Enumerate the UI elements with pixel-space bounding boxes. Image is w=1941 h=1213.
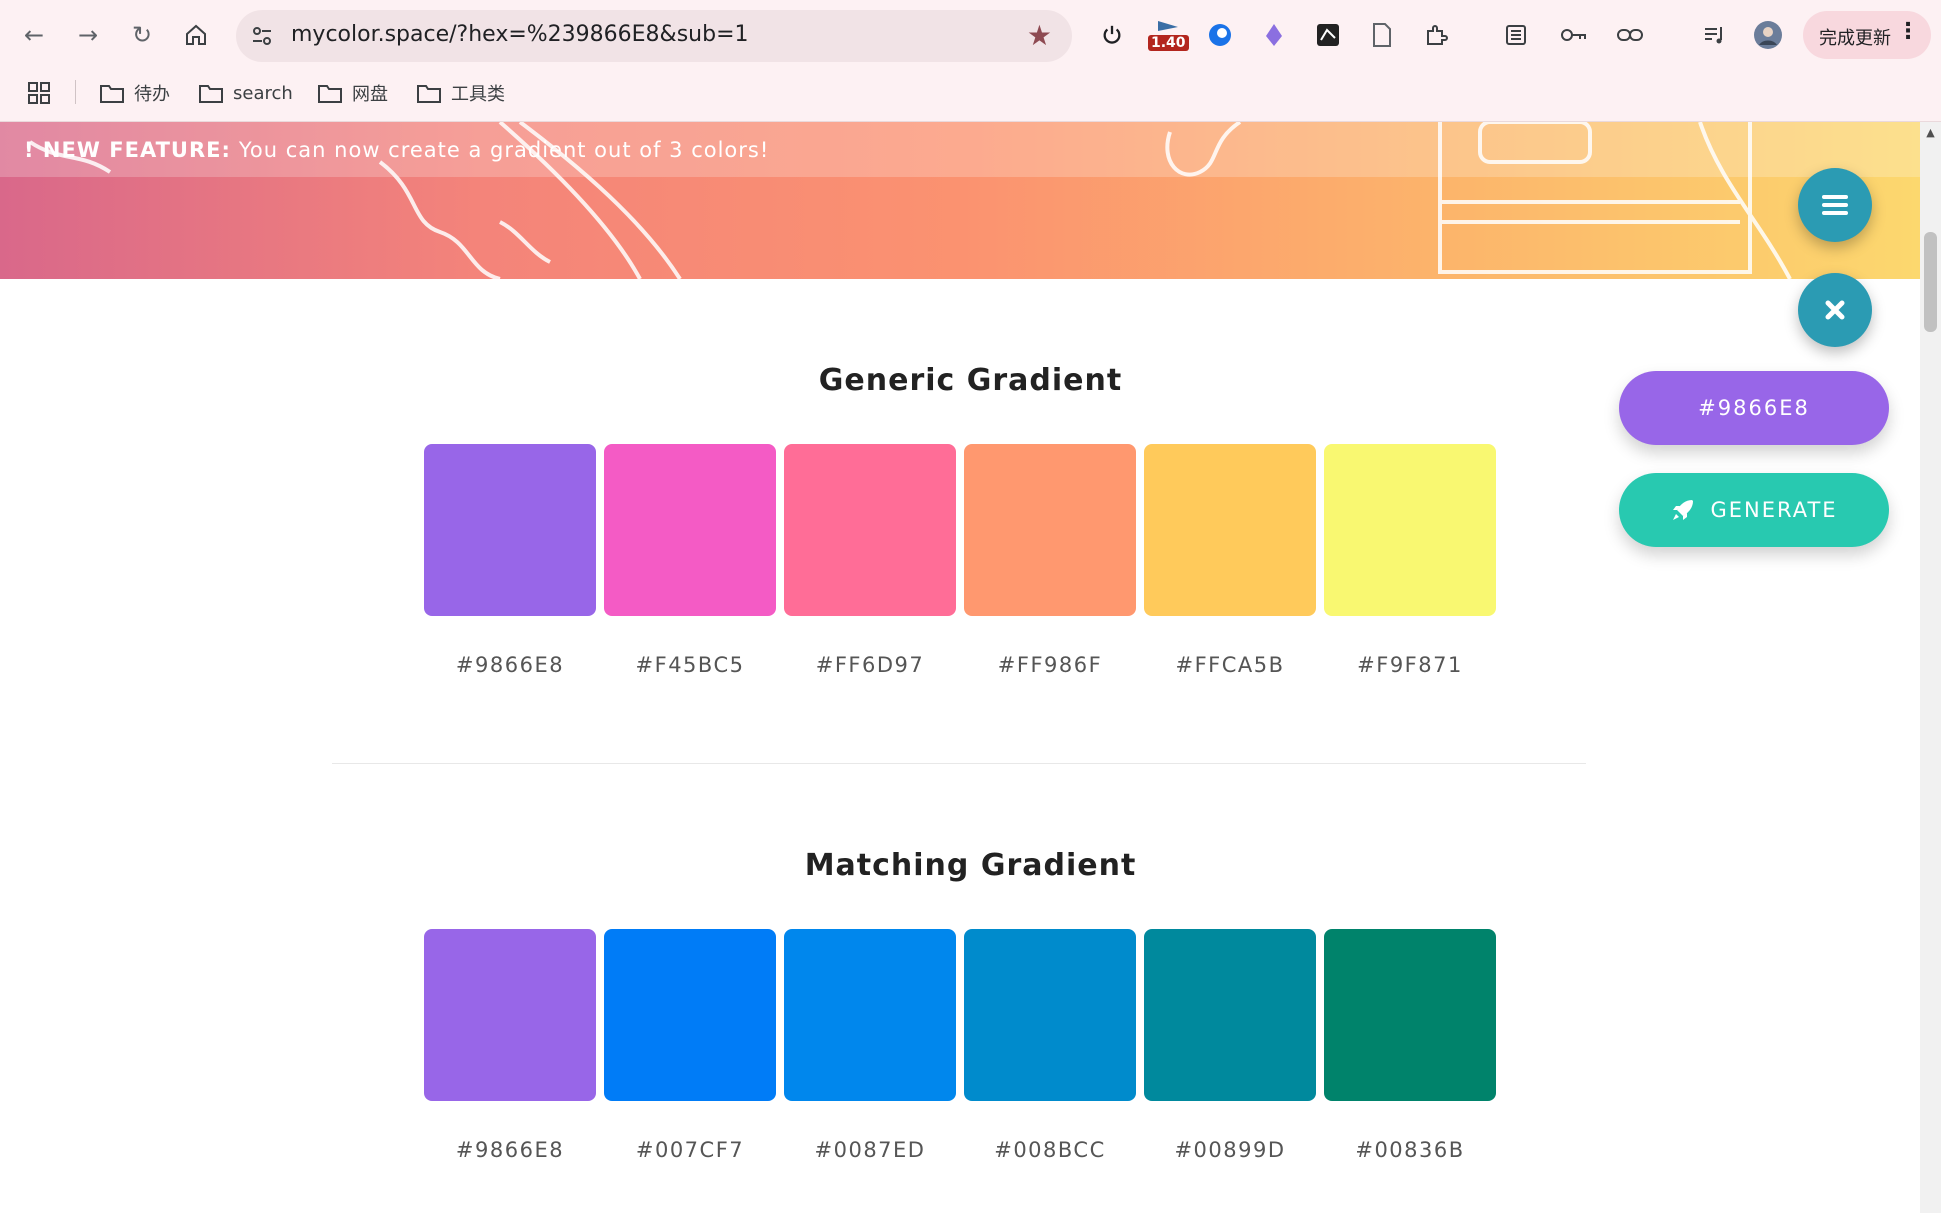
new-feature-label: ! NEW FEATURE: [24,138,231,162]
close-button[interactable] [1798,273,1872,347]
matching-hex-label-4[interactable]: #008BCC [964,1138,1136,1162]
generic-swatch-1[interactable] [424,444,596,616]
matching-hex-label-5[interactable]: #00899D [1144,1138,1316,1162]
scroll-up-arrow-icon[interactable]: ▲ [1920,126,1941,139]
generic-swatch-6[interactable] [1324,444,1496,616]
matching-swatch-5[interactable] [1144,929,1316,1101]
forward-icon[interactable]: → [70,17,106,53]
matching-swatch-2[interactable] [604,929,776,1101]
matching-hex-label-1[interactable]: #9866E8 [424,1138,596,1162]
generic-hex-label-1[interactable]: #9866E8 [424,653,596,677]
section-divider [332,763,1586,764]
hamburger-icon [1822,195,1848,215]
matching-swatch-1[interactable] [424,929,596,1101]
profile-avatar-icon[interactable] [1750,17,1786,53]
generic-swatch-4[interactable] [964,444,1136,616]
generate-button[interactable]: GENERATE [1619,473,1889,547]
scroll-thumb[interactable] [1924,232,1937,332]
globe-extension-icon[interactable] [1202,17,1238,53]
new-feature-notice[interactable]: ! NEW FEATURE: You can now create a gradi… [24,138,769,162]
bookmark-folder-3[interactable]: 工具类 [417,78,505,108]
generic-hex-label-4[interactable]: #FF986F [964,653,1136,677]
generic-hex-label-3[interactable]: #FF6D97 [784,653,956,677]
media-control-icon[interactable] [1696,17,1732,53]
menu-button[interactable] [1798,168,1872,242]
reload-icon[interactable]: ↻ [124,17,160,53]
browser-toolbar: ← → ↻ mycolor.space/?hex=%239866E8&sub=1… [0,0,1941,122]
password-key-icon[interactable] [1555,17,1591,53]
bookmark-star-icon[interactable]: ★ [1027,20,1052,52]
bookmark-folder-1[interactable]: search [199,78,293,108]
speed-extension-icon[interactable]: 1.40 [1148,17,1189,53]
update-button[interactable]: 完成更新 ⋮ [1803,11,1931,59]
bookmark-folder-2[interactable]: 网盘 [318,78,388,108]
bookmark-folder-0[interactable]: 待办 [100,78,170,108]
url-text[interactable]: mycolor.space/?hex=%239866E8&sub=1 [291,22,749,47]
close-icon [1825,300,1845,320]
home-icon[interactable] [178,17,214,53]
generic-hex-label-6[interactable]: #F9F871 [1324,653,1496,677]
matching-hex-label-2[interactable]: #007CF7 [604,1138,776,1162]
generic-swatch-5[interactable] [1144,444,1316,616]
reading-list-icon[interactable] [1498,17,1534,53]
bookmark-label: search [233,82,293,104]
rocket-icon [1673,500,1694,520]
crystal-extension-icon[interactable] [1256,17,1292,53]
generic-swatch-2[interactable] [604,444,776,616]
link-icon[interactable] [1612,17,1648,53]
matching-hex-label-6[interactable]: #00836B [1324,1138,1496,1162]
more-menu-icon[interactable]: ⋮ [1897,19,1919,44]
generate-button-label: GENERATE [1710,498,1838,522]
bookmark-label: 工具类 [451,84,505,105]
bookmark-label: 待办 [134,84,170,105]
generic-hex-label-2[interactable]: #F45BC5 [604,653,776,677]
color-input-button[interactable]: #9866E8 [1619,371,1889,445]
extensions-puzzle-icon[interactable] [1418,17,1454,53]
folder-icon [417,85,441,103]
power-icon[interactable] [1094,17,1130,53]
color-input-value: #9866E8 [1698,396,1810,420]
generic-swatch-3[interactable] [784,444,956,616]
bookmark-label: 网盘 [352,84,388,105]
dark-extension-icon[interactable] [1310,17,1346,53]
matching-swatch-4[interactable] [964,929,1136,1101]
matching-swatch-3[interactable] [784,929,956,1101]
back-icon[interactable]: ← [16,17,52,53]
matching-gradient-title: Matching Gradient [804,848,1137,883]
folder-icon [199,85,223,103]
page-scrollbar[interactable]: ▲ [1920,122,1941,1213]
matching-swatch-6[interactable] [1324,929,1496,1101]
document-icon[interactable] [1364,17,1400,53]
extension-badge: 1.40 [1148,35,1189,51]
generic-hex-label-5[interactable]: #FFCA5B [1144,653,1316,677]
folder-icon [100,85,124,103]
site-settings-icon[interactable] [250,24,274,48]
new-feature-text: You can now create a gradient out of 3 c… [238,138,770,162]
folder-icon [318,85,342,103]
bookmark-separator [75,80,76,104]
apps-grid-icon[interactable] [28,78,50,108]
update-button-label: 完成更新 [1819,28,1891,49]
address-bar[interactable]: mycolor.space/?hex=%239866E8&sub=1 ★ [236,10,1072,62]
matching-hex-label-3[interactable]: #0087ED [784,1138,956,1162]
feature-banner: ! NEW FEATURE: You can now create a gradi… [0,122,1920,279]
